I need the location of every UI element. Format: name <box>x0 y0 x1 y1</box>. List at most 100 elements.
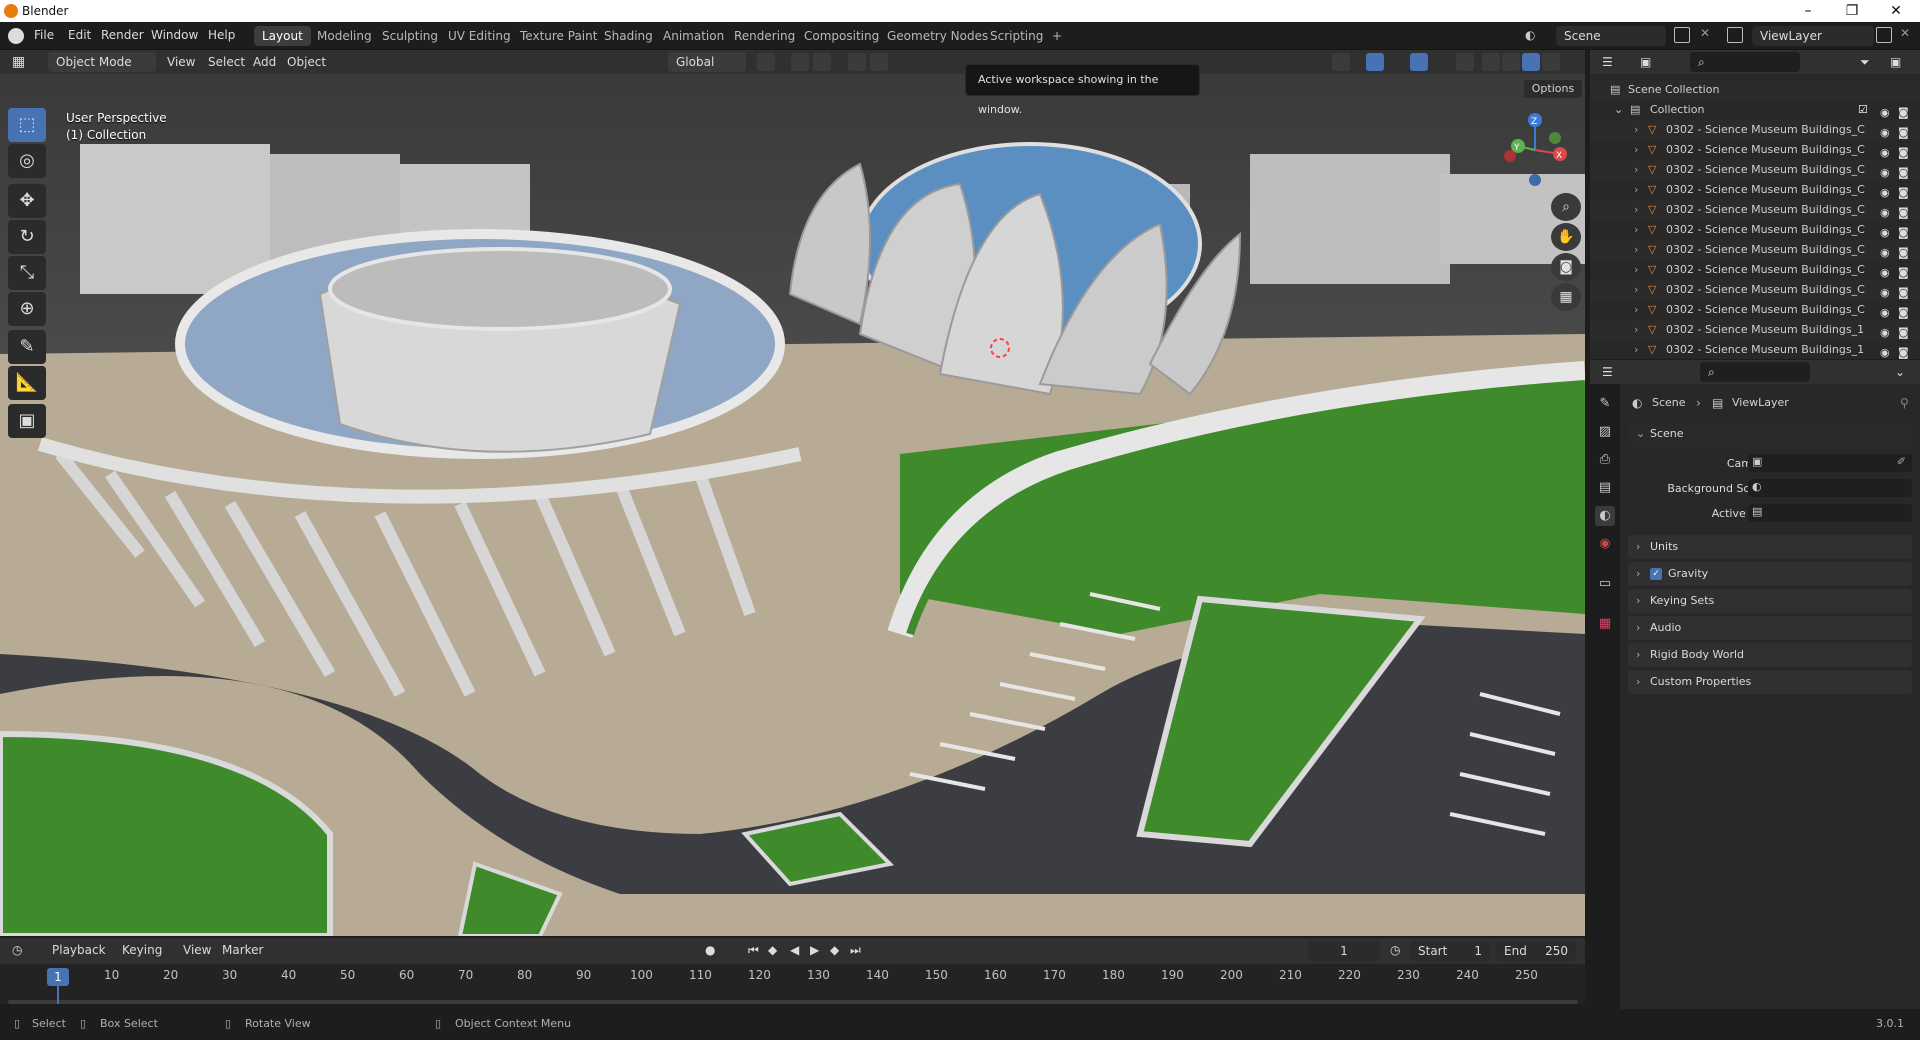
play-reverse-icon[interactable]: ◀ <box>790 943 799 957</box>
timeline-area[interactable]: 10 20 30 40 50 60 70 80 90 100 110 120 1… <box>0 964 1585 1004</box>
move-tool[interactable]: ✥ <box>8 184 46 218</box>
menu-file[interactable]: File <box>34 28 54 42</box>
measure-tool[interactable]: 📐 <box>8 366 46 400</box>
next-keyframe-icon[interactable]: ◆ <box>830 943 839 957</box>
outliner-object-row[interactable]: › ▽ 0302 - Science Museum Buildings_C ◉ ◙ <box>1590 220 1920 240</box>
outliner-object-row[interactable]: › ▽ 0302 - Science Museum Buildings_C ◉ ◙ <box>1590 180 1920 200</box>
camera-icon[interactable]: ◙ <box>1898 163 1912 179</box>
transform-orientation-select[interactable]: Global <box>668 52 746 72</box>
scale-tool[interactable]: ⤡ <box>8 256 46 290</box>
mode-selector[interactable]: Object Mode <box>48 52 156 72</box>
delete-scene-icon[interactable]: ✕ <box>1700 26 1710 40</box>
gravity-panel[interactable]: › ✓ Gravity <box>1628 562 1912 586</box>
tab-rendering[interactable]: Rendering <box>726 26 803 46</box>
render-tab-icon[interactable]: ▨ <box>1595 422 1615 442</box>
falloff-icon[interactable] <box>870 53 888 71</box>
tab-modeling[interactable]: Modeling <box>309 26 380 46</box>
solid-shading-icon[interactable] <box>1502 53 1520 71</box>
ortho-grid-icon[interactable]: ▦ <box>1551 283 1581 311</box>
eye-icon[interactable]: ◉ <box>1880 183 1894 199</box>
camera-icon[interactable]: ◙ <box>1898 183 1912 199</box>
camera-icon[interactable]: ◙ <box>1898 283 1912 299</box>
expand-arrow-icon[interactable]: › <box>1634 260 1638 280</box>
overlay-toggle-icon[interactable] <box>1410 53 1428 71</box>
outliner-object-row[interactable]: › ▽ 0302 - Science Museum Buildings_C ◉ ◙ <box>1590 260 1920 280</box>
new-collection-icon[interactable]: ▣ <box>1890 53 1908 71</box>
end-frame-field[interactable]: End 250 <box>1496 941 1576 961</box>
rigid-body-world-panel[interactable]: › Rigid Body World <box>1628 643 1912 667</box>
texture-tab-icon[interactable]: ▦ <box>1595 614 1615 634</box>
play-icon[interactable]: ▶ <box>810 943 819 957</box>
expand-arrow-icon[interactable]: › <box>1634 320 1638 340</box>
custom-properties-panel[interactable]: › Custom Properties <box>1628 670 1912 694</box>
expand-arrow-icon[interactable]: › <box>1634 200 1638 220</box>
camera-icon[interactable]: ◙ <box>1898 303 1912 319</box>
jump-end-icon[interactable]: ⏭ <box>850 943 861 958</box>
clock-icon[interactable]: ◷ <box>1390 943 1400 957</box>
expand-arrow-icon[interactable]: › <box>1634 240 1638 260</box>
active-clip-field[interactable]: ▤ <box>1748 504 1912 522</box>
eye-icon[interactable]: ◉ <box>1880 323 1894 339</box>
outliner-object-row[interactable]: › ▽ 0302 - Science Museum Buildings_C ◉ ◙ <box>1590 200 1920 220</box>
options-button[interactable]: Options <box>1524 80 1582 98</box>
tab-sculpting[interactable]: Sculpting <box>374 26 446 46</box>
select-box-tool[interactable]: ⬚ <box>8 108 46 142</box>
gravity-checkbox-icon[interactable]: ✓ <box>1650 568 1662 580</box>
camera-icon[interactable]: ◙ <box>1898 243 1912 259</box>
background-scene-field[interactable]: ◐ <box>1748 479 1912 497</box>
outliner-object-row[interactable]: › ▽ 0302 - Science Museum Buildings_C ◉ ◙ <box>1590 240 1920 260</box>
expand-arrow-icon[interactable]: › <box>1634 140 1638 160</box>
scene-field[interactable]: Scene <box>1556 26 1666 46</box>
transform-tool[interactable]: ⊕ <box>8 292 46 326</box>
new-view-layer-icon[interactable] <box>1876 27 1892 43</box>
close-button[interactable]: ✕ <box>1874 0 1918 22</box>
tab-geometry-nodes[interactable]: Geometry Nodes <box>879 26 996 46</box>
menu-help[interactable]: Help <box>208 28 235 42</box>
display-mode-icon[interactable]: ▣ <box>1640 53 1658 71</box>
camera-icon[interactable]: ◙ <box>1898 323 1912 339</box>
delete-view-layer-icon[interactable]: ✕ <box>1900 26 1910 40</box>
menu-marker[interactable]: Marker <box>222 940 263 960</box>
outliner[interactable]: ▤ Scene Collection ⌄ ▤ Collection ☑ ◉ ◙ … <box>1590 74 1920 359</box>
collapse-arrow-icon[interactable]: ⌄ <box>1614 100 1623 120</box>
camera-icon[interactable]: ◙ <box>1898 343 1912 359</box>
outliner-object-row[interactable]: › ▽ 0302 - Science Museum Buildings_C ◉ ◙ <box>1590 300 1920 320</box>
outliner-editor-icon[interactable]: ☰ <box>1602 53 1620 71</box>
eye-icon[interactable]: ◉ <box>1880 263 1894 279</box>
playhead[interactable]: 1 <box>47 968 69 986</box>
camera-icon[interactable]: ◙ <box>1898 103 1912 119</box>
expand-arrow-icon[interactable]: › <box>1634 120 1638 140</box>
gizmo-toggle-icon[interactable] <box>1366 53 1384 71</box>
expand-arrow-icon[interactable]: › <box>1634 300 1638 320</box>
collection-tab-icon[interactable]: ▭ <box>1595 574 1615 594</box>
eye-icon[interactable]: ◉ <box>1880 143 1894 159</box>
outliner-object-row[interactable]: › ▽ 0302 - Science Museum Buildings_C ◉ ◙ <box>1590 160 1920 180</box>
record-icon[interactable]: ● <box>705 943 715 957</box>
xray-icon[interactable] <box>1456 53 1474 71</box>
navigation-gizmo[interactable]: Z X Y <box>1500 108 1570 188</box>
menu-select[interactable]: Select <box>208 52 245 72</box>
eye-icon[interactable]: ◉ <box>1880 243 1894 259</box>
menu-object[interactable]: Object <box>287 52 326 72</box>
menu-window[interactable]: Window <box>151 28 198 42</box>
tool-tab-icon[interactable]: ✎ <box>1595 394 1615 414</box>
expand-arrow-icon[interactable]: › <box>1634 340 1638 360</box>
cursor-tool[interactable]: ◎ <box>8 144 46 178</box>
camera-view-icon[interactable]: ◙ <box>1551 253 1581 281</box>
menu-edit[interactable]: Edit <box>68 28 91 42</box>
blender-menu-icon[interactable] <box>8 28 24 44</box>
tab-uv-editing[interactable]: UV Editing <box>440 26 519 46</box>
eye-icon[interactable]: ◉ <box>1880 343 1894 359</box>
camera-field[interactable]: ▣ ✐ <box>1748 454 1912 472</box>
outliner-object-row[interactable]: › ▽ 0302 - Science Museum Buildings_C ◉ ◙ <box>1590 120 1920 140</box>
editor-type-icon[interactable]: ▦ <box>12 53 30 71</box>
add-cube-tool[interactable]: ▣ <box>8 404 46 438</box>
scene-collection-row[interactable]: ▤ Scene Collection <box>1590 80 1920 100</box>
scene-tab-icon[interactable]: ◐ <box>1595 506 1615 526</box>
menu-view[interactable]: View <box>167 52 195 72</box>
zoom-icon[interactable]: ⌕ <box>1551 193 1581 221</box>
units-panel[interactable]: › Units <box>1628 535 1912 559</box>
current-frame-field[interactable]: 1 <box>1308 941 1380 961</box>
proportional-edit-icon[interactable] <box>848 53 866 71</box>
minimize-button[interactable]: – <box>1786 0 1830 22</box>
